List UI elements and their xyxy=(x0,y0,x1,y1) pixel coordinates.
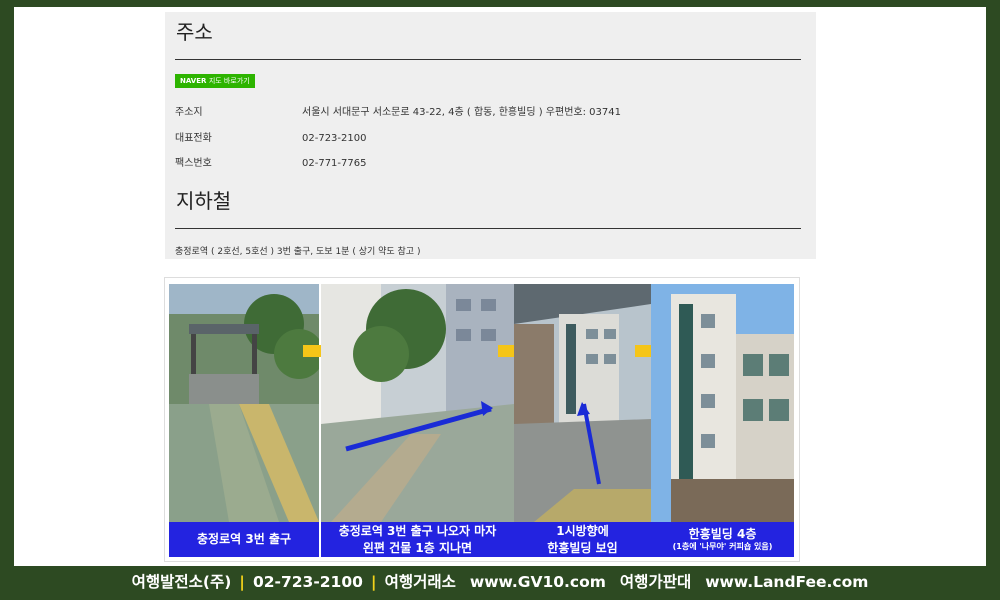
caption-line: 한흥빌딩 보임 xyxy=(547,540,618,555)
photo-panel-building-view xyxy=(514,284,651,522)
content-frame: 주소 NAVER 지도 바로가기 주소지 서울시 서대문구 서소문로 43-22,… xyxy=(14,7,986,566)
phone-value: 02-723-2100 xyxy=(302,133,367,144)
hanheung-building-photo xyxy=(651,284,794,522)
subway-directions: 충정로역 ( 2호선, 5호선 ) 3번 출구, 도보 1분 ( 상기 약도 참… xyxy=(175,247,421,257)
fax-value: 02-771-7765 xyxy=(302,158,367,169)
footer-company: 여행발전소(주) xyxy=(131,573,232,591)
address-divider xyxy=(175,59,801,60)
fax-label: 팩스번호 xyxy=(175,158,212,169)
caption-line: (1층에 '나무야' 커피숍 있음) xyxy=(672,542,773,552)
phone-label: 대표전화 xyxy=(175,133,212,144)
station-exit-photo xyxy=(169,284,319,522)
footer-phone: 02-723-2100 xyxy=(252,573,363,591)
footer-brand-1: 여행거래소 xyxy=(384,573,456,591)
caption-line: 충정로역 3번 출구 xyxy=(197,532,291,547)
naver-logo: NAVER xyxy=(180,77,207,85)
subway-divider xyxy=(175,228,801,229)
phone-row: 대표전화 02-723-2100 xyxy=(175,129,366,144)
footer-site-link-1[interactable]: www.GV10.com xyxy=(470,573,606,591)
address-label: 주소지 xyxy=(175,107,203,118)
footer-brand-2: 여행가판대 xyxy=(619,573,692,591)
building-view-photo xyxy=(514,284,651,522)
info-card: 주소 NAVER 지도 바로가기 주소지 서울시 서대문구 서소문로 43-22,… xyxy=(165,12,816,259)
photo-panel-exit-street xyxy=(321,284,514,522)
caption-line: 충정로역 3번 출구 나오자 마자 xyxy=(338,524,497,539)
footer-separator: | xyxy=(239,573,245,591)
address-title: 주소 xyxy=(176,20,213,44)
footer-site-link-2[interactable]: www.LandFee.com xyxy=(705,573,868,591)
fax-row: 팩스번호 02-771-7765 xyxy=(175,154,366,169)
photo-panel-hanheung-building xyxy=(651,284,794,522)
naver-map-link[interactable]: NAVER 지도 바로가기 xyxy=(175,74,255,88)
subway-title: 지하철 xyxy=(176,189,232,213)
address-row: 주소지 서울시 서대문구 서소문로 43-22, 4층 ( 합동, 한흥빌딩 ) … xyxy=(175,103,621,118)
directions-photo-strip: 충정로역 3번 출구 충정로역 3번 출구 나오자 마자 왼편 건물 1층 지나… xyxy=(164,277,800,562)
caption-line: 왼편 건물 1층 지나면 xyxy=(362,540,473,555)
caption-step-2: 충정로역 3번 출구 나오자 마자 왼편 건물 1층 지나면 xyxy=(321,522,514,557)
naver-map-label: 지도 바로가기 xyxy=(208,77,250,85)
caption-step-4: 한흥빌딩 4층 (1층에 '나무야' 커피숍 있음) xyxy=(651,522,794,557)
address-value: 서울시 서대문구 서소문로 43-22, 4층 ( 합동, 한흥빌딩 ) 우편번… xyxy=(302,107,621,118)
footer-separator: | xyxy=(370,573,377,591)
caption-step-1: 충정로역 3번 출구 xyxy=(169,522,319,557)
caption-step-3: 1시방향에 한흥빌딩 보임 xyxy=(514,522,651,557)
caption-line: 한흥빌딩 4층 xyxy=(688,527,757,541)
caption-line: 1시방향에 xyxy=(556,524,609,539)
photo-panel-station-exit xyxy=(169,284,319,522)
site-footer: 여행발전소(주) | 02-723-2100 | 여행거래소 www.GV10.com 여행… xyxy=(0,566,1000,600)
exit-street-photo xyxy=(321,284,514,522)
